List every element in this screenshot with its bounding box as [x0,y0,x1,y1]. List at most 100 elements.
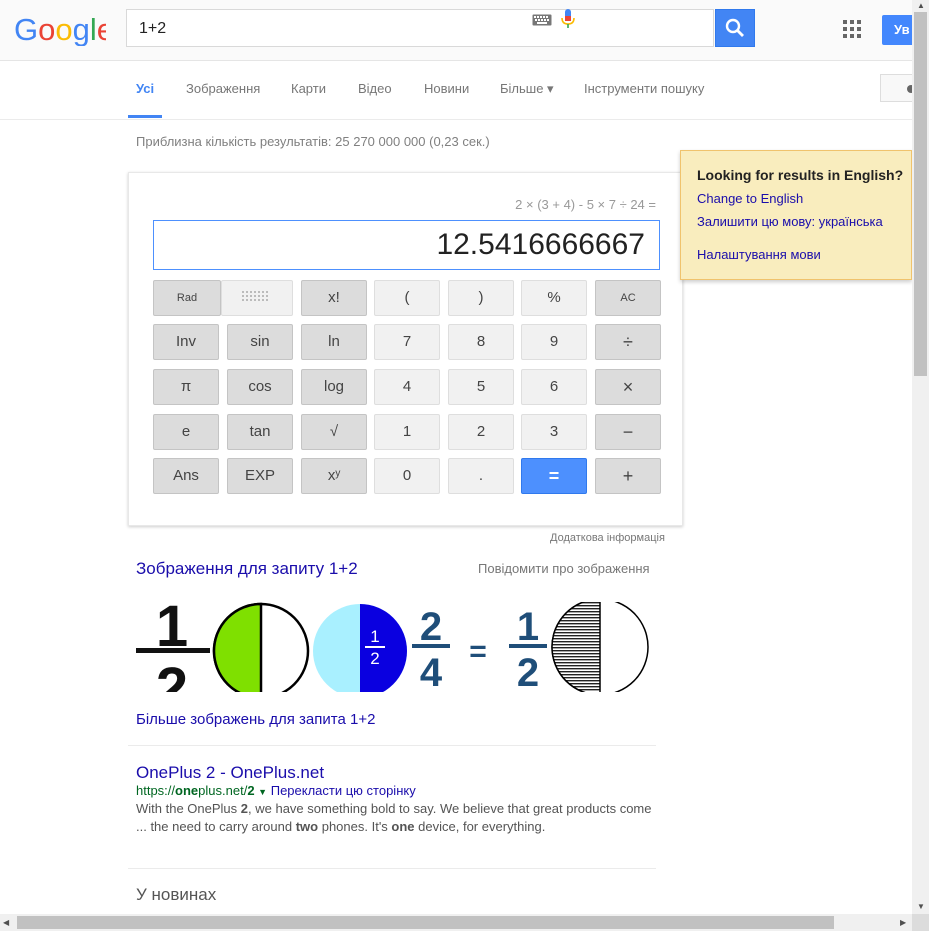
image-eq-left-den: 4 [420,651,443,692]
result-stats: Приблизна кількість результатів: 25 270 … [136,134,490,149]
key-all-clear[interactable]: AC [595,280,661,316]
key-multiply[interactable]: × [595,369,661,405]
key-e[interactable]: e [153,414,219,450]
settings-button[interactable] [880,74,915,102]
dropdown-arrow-icon[interactable]: ▼ [258,787,267,797]
key-5[interactable]: 5 [448,369,514,405]
image-half-circle-blue[interactable]: 1 2 [311,602,409,692]
key-cos[interactable]: cos [227,369,293,405]
result-snippet: With the OnePlus 2, we have something bo… [136,800,656,836]
translate-page-link[interactable]: Перекласти цю сторінку [271,783,416,798]
key-1[interactable]: 1 [374,414,440,450]
key-ln[interactable]: ln [301,324,367,360]
snippet-text: device, for everything. [414,819,546,834]
key-sqrt[interactable]: √ [301,414,367,450]
more-info-link[interactable]: Додаткова інформація [550,532,665,544]
key-6[interactable]: 6 [521,369,587,405]
tab-news[interactable]: Новини [424,81,469,96]
key-minus[interactable]: − [595,414,661,450]
tabs-bar: Усі Зображення Карти Відео Новини Більше… [0,61,912,120]
key-divide[interactable]: ÷ [595,324,661,360]
key-exp[interactable]: EXP [227,458,293,494]
image-eq-right-den: 2 [517,651,539,692]
url-bold: 2 [247,783,255,798]
tab-all[interactable]: Усі [136,81,154,96]
vertical-scroll-thumb[interactable] [914,12,927,376]
scroll-right-arrow-icon[interactable]: ▶ [900,918,906,927]
google-logo[interactable]: Google [14,12,114,47]
key-ans[interactable]: Ans [153,458,219,494]
more-images-link[interactable]: Більше зображень для запита 1+2 [136,711,375,728]
key-equals[interactable]: = [521,458,587,494]
gear-icon [907,85,915,93]
image-equivalent-fractions[interactable]: 2 4 = 1 2 [412,602,651,692]
tab-images[interactable]: Зображення [186,81,260,96]
keep-language-link[interactable]: Залишити цю мову: українська [697,214,883,229]
language-popup-title: Looking for results in English? [697,167,904,183]
result-title-link[interactable]: OnePlus 2 - OnePlus.net [136,763,324,783]
snippet-bold: 2 [240,801,249,816]
key-4[interactable]: 4 [374,369,440,405]
key-tan[interactable]: tan [227,414,293,450]
key-3[interactable]: 3 [521,414,587,450]
key-deg-toggle[interactable] [221,280,293,316]
scroll-left-arrow-icon[interactable]: ◀ [3,918,9,927]
calculator-card: 2 × (3 + 4) - 5 × 7 ÷ 24 = 12.5416666667… [128,172,683,526]
snippet-text: phones. It's [318,819,392,834]
image-half-circle-green[interactable] [212,602,310,692]
news-heading: У новинах [136,885,217,904]
key-log[interactable]: log [301,369,367,405]
url-prefix: https:// [136,783,176,798]
image-blue-denominator: 2 [370,649,379,668]
images-heading-link[interactable]: Зображення для запиту 1+2 [136,559,358,579]
url-bold: one [175,783,199,798]
calculator-expression: 2 × (3 + 4) - 5 × 7 ÷ 24 = [515,197,656,212]
image-eq-left-num: 2 [420,605,442,649]
logo-letter: o [55,12,72,46]
key-percent[interactable]: % [521,280,587,316]
key-inv[interactable]: Inv [153,324,219,360]
search-icon [725,18,744,37]
key-sin[interactable]: sin [227,324,293,360]
report-images-link[interactable]: Повідомити про зображення [478,561,650,576]
key-factorial[interactable]: x! [301,280,367,316]
svg-text:Google: Google [14,12,106,46]
sign-in-button[interactable]: Ув [882,15,914,45]
logo-letter: l [90,12,97,46]
logo-letter: g [73,12,90,46]
horizontal-scroll-thumb[interactable] [17,916,834,929]
key-close-paren[interactable]: ) [448,280,514,316]
key-8[interactable]: 8 [448,324,514,360]
key-plus[interactable]: + [595,458,661,494]
search-box[interactable] [126,9,714,47]
microphone-icon[interactable] [561,8,575,35]
key-9[interactable]: 9 [521,324,587,360]
key-7[interactable]: 7 [374,324,440,360]
url-mid: plus.net/ [198,783,248,798]
snippet-bold: two [295,819,319,834]
search-button[interactable] [715,9,755,47]
tab-videos[interactable]: Відео [358,81,392,96]
key-pi[interactable]: π [153,369,219,405]
image-fraction-half[interactable]: 1 2 [136,598,210,692]
key-rad[interactable]: Rad [153,280,221,316]
tab-more[interactable]: Більше ▾ [500,81,554,97]
logo-letter: e [97,12,106,46]
result-url: https://oneplus.net/2 ▼ Перекласти цю ст… [136,783,416,798]
divider [128,745,656,746]
change-to-english-link[interactable]: Change to English [697,191,803,206]
key-power[interactable]: xʸ [301,458,367,494]
scroll-up-arrow-icon[interactable]: ▲ [917,1,925,10]
tab-maps[interactable]: Карти [291,81,326,96]
tab-search-tools[interactable]: Інструменти пошуку [584,81,704,96]
key-decimal[interactable]: . [448,458,514,494]
scroll-down-arrow-icon[interactable]: ▼ [917,902,925,911]
key-0[interactable]: 0 [374,458,440,494]
key-2[interactable]: 2 [448,414,514,450]
language-settings-link[interactable]: Налаштування мови [697,247,821,262]
keyboard-icon[interactable] [532,13,552,31]
calculator-display: 12.5416666667 [153,220,660,270]
apps-grid-icon[interactable] [843,20,861,43]
language-suggestion-popup: Looking for results in English? Change t… [680,150,912,280]
key-open-paren[interactable]: ( [374,280,440,316]
